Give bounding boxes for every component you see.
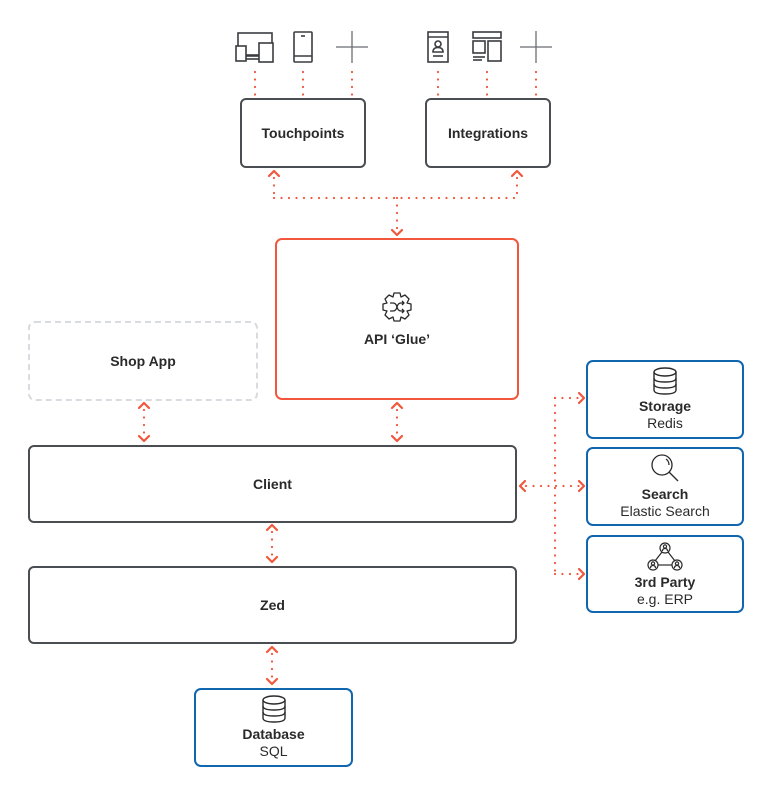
arrow-right-icon (577, 479, 586, 493)
magnifier-icon (651, 454, 679, 482)
database-node[interactable]: Database SQL (194, 688, 353, 767)
database-icon (653, 367, 677, 395)
third-party-subtitle: e.g. ERP (636, 590, 694, 607)
zed-node[interactable]: Zed (28, 566, 517, 644)
layout-icon (472, 31, 502, 62)
integrations-node[interactable]: Integrations (425, 98, 551, 168)
database-subtitle: SQL (259, 743, 288, 759)
arrow-down-icon (265, 555, 279, 564)
zed-label: Zed (260, 596, 285, 613)
touchpoints-node[interactable]: Touchpoints (240, 98, 366, 168)
arrow-up-icon (265, 645, 279, 654)
arrow-down-icon (265, 677, 279, 686)
api-glue-node[interactable]: API ‘Glue’ (275, 238, 519, 400)
arrow-up-icon (510, 169, 524, 178)
client-node[interactable]: Client (28, 445, 517, 523)
arrow-up-icon (137, 401, 151, 410)
third-party-label: 3rd Party (634, 573, 696, 590)
integrations-label: Integrations (447, 124, 529, 141)
shop-app-node[interactable]: Shop App (28, 321, 258, 401)
plus-icon (520, 31, 552, 63)
arrow-down-icon (390, 228, 404, 237)
arrow-up-icon (267, 169, 281, 178)
database-icon (261, 695, 286, 723)
arrow-up-icon (265, 523, 279, 532)
api-glue-label: API ‘Glue’ (363, 330, 431, 347)
storage-node[interactable]: Storage Redis (586, 360, 744, 439)
touchpoints-label: Touchpoints (261, 124, 345, 141)
smartphone-icon (293, 31, 313, 63)
search-node[interactable]: Search Elastic Search (586, 447, 744, 526)
client-label: Client (253, 475, 292, 492)
search-subtitle: Elastic Search (620, 503, 710, 519)
arrow-right-icon (577, 567, 586, 581)
arrow-down-icon (390, 434, 404, 443)
multi-device-icon (235, 32, 274, 63)
shop-app-label: Shop App (110, 352, 176, 369)
storage-label: Storage (638, 398, 692, 414)
gear-shuffle-icon (382, 291, 412, 322)
network-people-icon (647, 541, 683, 571)
storage-subtitle: Redis (647, 415, 683, 431)
database-label: Database (242, 726, 305, 742)
arrow-up-icon (390, 401, 404, 410)
arrow-down-icon (137, 434, 151, 443)
plus-icon (336, 31, 368, 63)
profile-card-icon (427, 31, 449, 63)
arrow-left-icon (518, 479, 527, 493)
search-label: Search (641, 486, 689, 502)
arrow-right-icon (577, 391, 586, 405)
third-party-node[interactable]: 3rd Party e.g. ERP (586, 535, 744, 613)
